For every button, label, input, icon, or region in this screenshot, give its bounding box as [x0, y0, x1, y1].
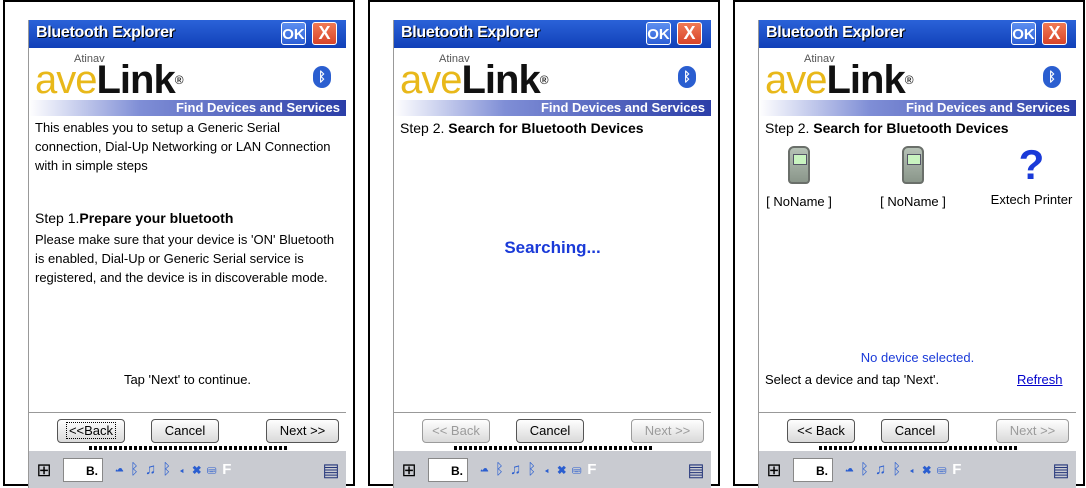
- tray-icons: ☁ᛒ♫ᛒ◂✖⌨F: [480, 461, 603, 478]
- close-button[interactable]: X: [677, 22, 702, 45]
- input-box[interactable]: B.: [63, 458, 103, 482]
- window-title: Bluetooth Explorer: [401, 24, 540, 41]
- continue-hint: Tap 'Next' to continue.: [123, 372, 252, 387]
- instructions-text: Please make sure that your device is 'ON…: [35, 232, 335, 285]
- window-title: Bluetooth Explorer: [36, 24, 175, 41]
- taskbar: ⊞ B. ☁ᛒ♫ᛒ◂✖⌨F ▤: [29, 450, 346, 488]
- cancel-button[interactable]: Cancel: [151, 419, 219, 443]
- device-screen: Bluetooth Explorer OK X Atinav aveLink® …: [758, 20, 1076, 488]
- device-name: Extech Printer: [990, 192, 1073, 207]
- input-box[interactable]: B.: [428, 458, 468, 482]
- ok-button[interactable]: OK: [281, 22, 306, 45]
- divider: [29, 412, 346, 413]
- wizard-buttons: <<Back Cancel Next >>: [29, 416, 346, 446]
- bluetooth-icon: ᛒ: [1043, 66, 1061, 88]
- banner-subtitle-bar: Find Devices and Services: [759, 100, 1076, 116]
- banner-subtitle: Find Devices and Services: [540, 100, 705, 115]
- step-heading: Step 2. Search for Bluetooth Devices: [765, 120, 1009, 136]
- banner-subtitle-bar: Find Devices and Services: [29, 100, 346, 116]
- avelink-logo: aveLink®: [35, 58, 184, 102]
- searching-status: Searching...: [504, 238, 601, 257]
- wizard-content: Step 2. Search for Bluetooth Devices [ N…: [759, 116, 1076, 412]
- wizard-buttons: << Back Cancel Next >>: [394, 416, 711, 446]
- wizard-buttons: << Back Cancel Next >>: [759, 416, 1076, 446]
- windows-icon[interactable]: ▤: [321, 458, 341, 482]
- screen-step1-frame: Bluetooth Explorer OK X Atinav aveLink® …: [3, 0, 355, 488]
- title-bar: Bluetooth Explorer OK X: [759, 20, 1076, 48]
- phone-icon: [902, 146, 924, 184]
- ok-button[interactable]: OK: [1011, 22, 1036, 45]
- device-list: [ NoName ] [ NoName ] ? Extech Printer: [759, 141, 1076, 216]
- step-heading: Step 1.Prepare your bluetooth: [35, 210, 234, 226]
- taskbar: ⊞ B. ☁ᛒ♫ᛒ◂✖⌨F ▤: [394, 450, 711, 488]
- screen-step2-results-frame: Bluetooth Explorer OK X Atinav aveLink® …: [733, 0, 1085, 488]
- divider: [759, 412, 1076, 413]
- cancel-button[interactable]: Cancel: [516, 419, 584, 443]
- next-button[interactable]: Next >>: [266, 419, 339, 443]
- step-heading: Step 2. Search for Bluetooth Devices: [400, 120, 644, 136]
- brand-banner: Atinav aveLink® ᛒ Find Devices and Servi…: [759, 48, 1076, 116]
- avelink-logo: aveLink®: [400, 58, 549, 102]
- windows-icon[interactable]: ▤: [686, 458, 706, 482]
- device-name: [ NoName ]: [766, 194, 832, 209]
- windows-icon[interactable]: ▤: [1051, 458, 1071, 482]
- device-screen: Bluetooth Explorer OK X Atinav aveLink® …: [393, 20, 711, 488]
- window-title: Bluetooth Explorer: [766, 24, 905, 41]
- back-button[interactable]: <<Back: [57, 419, 125, 443]
- phone-icon: [788, 146, 810, 184]
- brand-banner: Atinav aveLink® ᛒ Find Devices and Servi…: [394, 48, 711, 116]
- tray-icons: ☁ᛒ♫ᛒ◂✖⌨F: [845, 461, 968, 478]
- brand-banner: Atinav aveLink® ᛒ Find Devices and Servi…: [29, 48, 346, 116]
- avelink-logo: aveLink®: [765, 58, 914, 102]
- start-icon[interactable]: ⊞: [31, 458, 57, 482]
- device-item[interactable]: ? Extech Printer: [987, 141, 1076, 208]
- banner-subtitle: Find Devices and Services: [905, 100, 1070, 115]
- next-button[interactable]: Next >>: [996, 419, 1069, 443]
- tray-icons: ☁ᛒ♫ᛒ◂✖⌨F: [115, 461, 238, 478]
- cancel-button[interactable]: Cancel: [881, 419, 949, 443]
- next-button[interactable]: Next >>: [631, 419, 704, 443]
- selection-status: No device selected.: [860, 350, 975, 365]
- start-icon[interactable]: ⊞: [761, 458, 787, 482]
- input-box[interactable]: B.: [793, 458, 833, 482]
- screen-step2-searching-frame: Bluetooth Explorer OK X Atinav aveLink® …: [368, 0, 720, 488]
- device-name: [ NoName ]: [880, 194, 946, 209]
- back-button[interactable]: << Back: [787, 419, 855, 443]
- wizard-content: Step 2. Search for Bluetooth Devices Sea…: [394, 116, 711, 412]
- close-button[interactable]: X: [312, 22, 337, 45]
- bluetooth-icon: ᛒ: [678, 66, 696, 88]
- divider: [394, 412, 711, 413]
- device-item[interactable]: [ NoName ]: [759, 146, 839, 209]
- device-item[interactable]: [ NoName ]: [873, 146, 953, 209]
- question-icon: ?: [1018, 141, 1045, 188]
- intro-text: This enables you to setup a Generic Seri…: [35, 120, 331, 173]
- banner-subtitle-bar: Find Devices and Services: [394, 100, 711, 116]
- start-icon[interactable]: ⊞: [396, 458, 422, 482]
- back-button[interactable]: << Back: [422, 419, 490, 443]
- banner-subtitle: Find Devices and Services: [175, 100, 340, 115]
- taskbar: ⊞ B. ☁ᛒ♫ᛒ◂✖⌨F ▤: [759, 450, 1076, 488]
- title-bar: Bluetooth Explorer OK X: [394, 20, 711, 48]
- wizard-content: This enables you to setup a Generic Seri…: [29, 116, 346, 412]
- refresh-link[interactable]: Refresh: [1017, 370, 1063, 389]
- title-bar: Bluetooth Explorer OK X: [29, 20, 346, 48]
- ok-button[interactable]: OK: [646, 22, 671, 45]
- close-button[interactable]: X: [1042, 22, 1067, 45]
- device-screen: Bluetooth Explorer OK X Atinav aveLink® …: [28, 20, 346, 488]
- bluetooth-icon: ᛒ: [313, 66, 331, 88]
